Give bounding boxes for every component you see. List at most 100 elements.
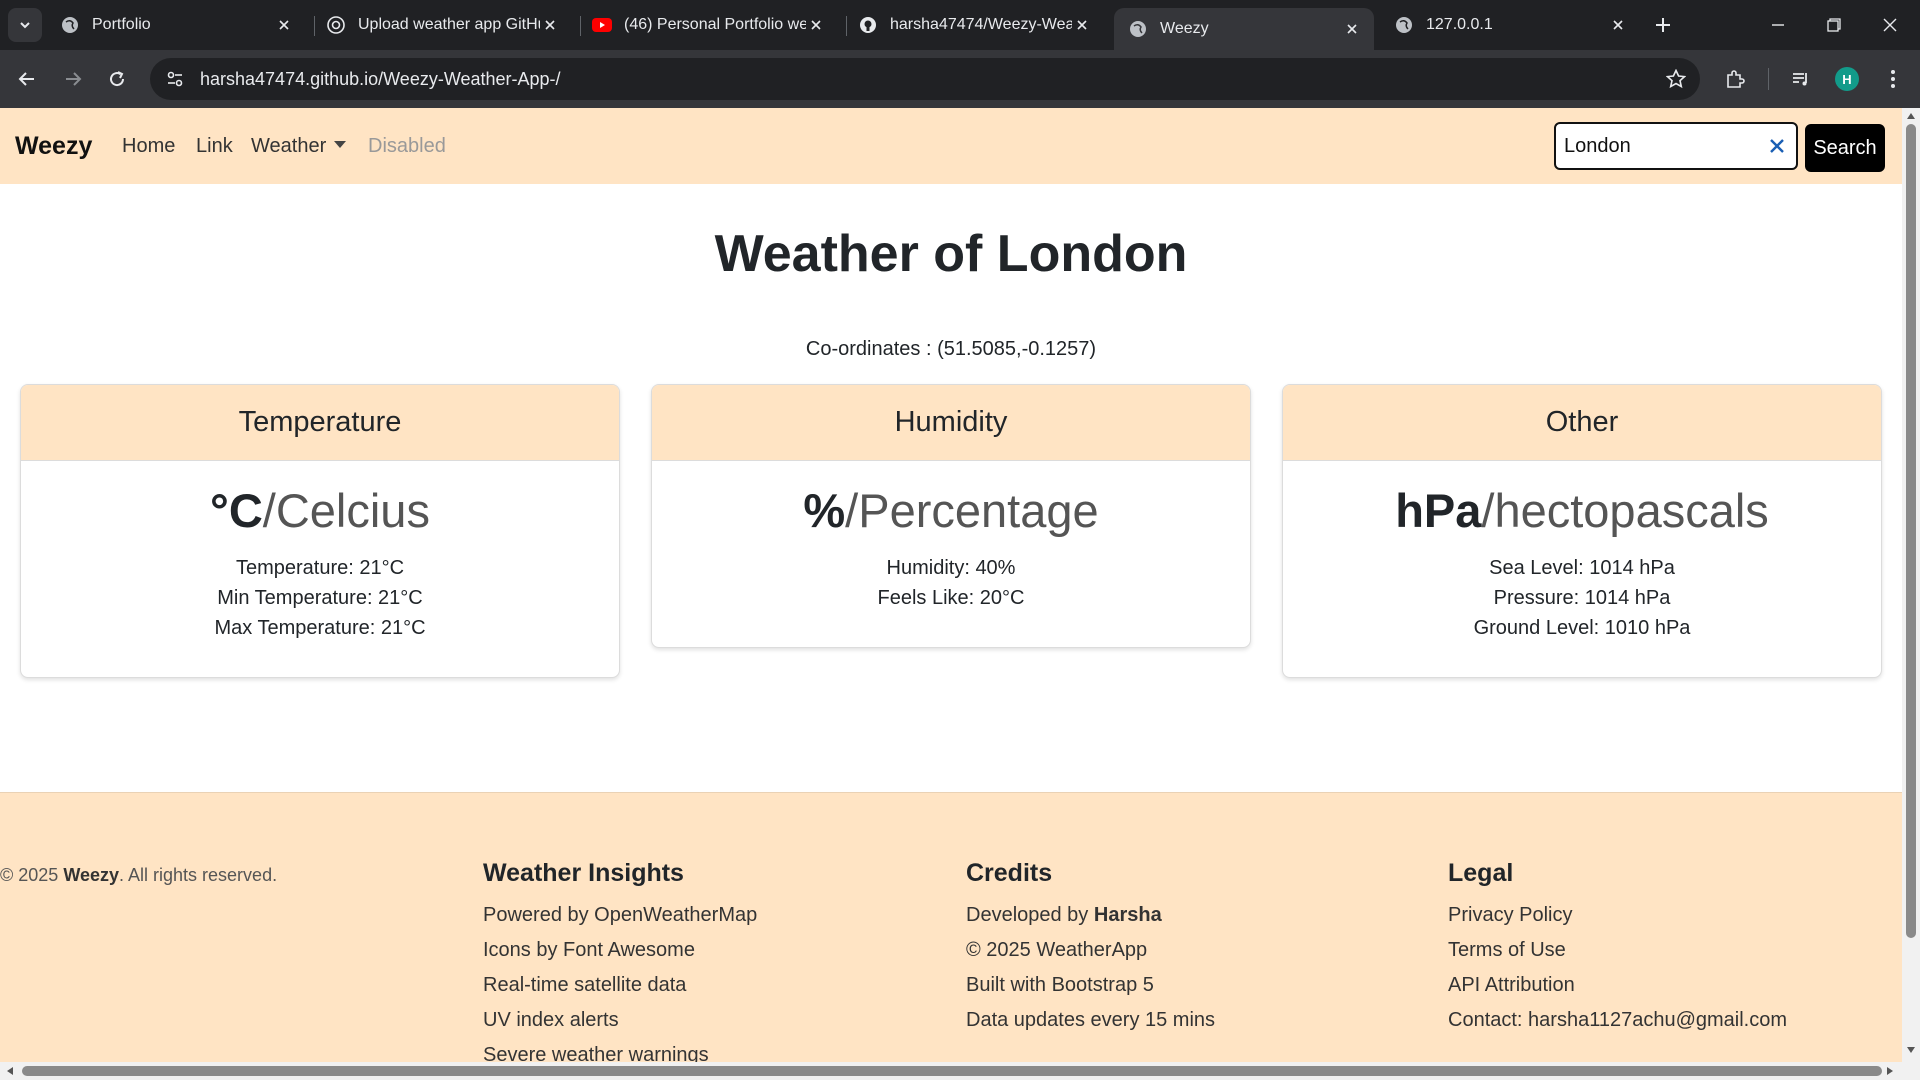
window-close-button[interactable] — [1862, 0, 1918, 50]
footer-item[interactable]: API Attribution — [1448, 968, 1868, 1003]
arrow-right-icon — [66, 72, 82, 86]
max-temperature-value: Max Temperature: 21°C — [214, 617, 426, 640]
close-icon[interactable] — [1608, 15, 1628, 35]
chrome-menu-button[interactable] — [1876, 62, 1910, 96]
footer-item[interactable]: Terms of Use — [1448, 933, 1868, 968]
nav-weather-dropdown[interactable]: Weather — [251, 135, 347, 158]
copyright-brand: Weezy — [63, 865, 120, 885]
feels-like-value: Feels Like: 20°C — [877, 587, 1025, 610]
nav-weather-label: Weather — [251, 135, 327, 157]
profile-button[interactable]: H — [1830, 62, 1864, 96]
search-button[interactable]: Search — [1805, 124, 1885, 172]
minimize-icon — [1772, 24, 1784, 26]
address-url[interactable]: harsha47474.github.io/Weezy-Weather-App-… — [200, 69, 561, 90]
scroll-up-icon[interactable] — [1904, 110, 1918, 122]
tab-weezy[interactable]: Weezy — [1114, 8, 1374, 50]
horizontal-scroll-thumb[interactable] — [22, 1066, 1882, 1076]
media-controls-button[interactable] — [1784, 62, 1818, 96]
unit-title: °C/Celcius — [31, 483, 609, 539]
footer-item: Built with Bootstrap 5 — [966, 974, 1154, 996]
footer-item[interactable]: Contact: harsha1127achu@gmail.com — [1448, 1003, 1868, 1038]
developed-by-label: Developed by — [966, 904, 1094, 926]
bookmark-star-icon[interactable] — [1664, 67, 1688, 91]
footer-legal: Legal Privacy Policy Terms of Use API At… — [1448, 859, 1868, 1038]
tab-portfolio[interactable]: Portfolio — [46, 8, 306, 42]
humidity-value: Humidity: 40% — [886, 557, 1016, 580]
unit-name: /Celcius — [262, 484, 430, 537]
footer-item[interactable]: Severe weather warnings — [483, 1038, 903, 1062]
footer-item[interactable]: Icons by Font Awesome — [483, 933, 903, 968]
scroll-left-icon[interactable] — [4, 1065, 16, 1077]
footer-credits: Credits Developed by Harsha © 2025 Weath… — [966, 859, 1386, 1038]
unit-symbol: hPa — [1395, 484, 1482, 537]
card-header: Other — [1283, 385, 1881, 461]
site-footer: © 2025 Weezy. All rights reserved. Weath… — [0, 792, 1902, 1062]
close-icon[interactable] — [1342, 19, 1362, 39]
footer-item[interactable]: Privacy Policy — [1448, 898, 1868, 933]
plus-icon — [1656, 18, 1670, 32]
scroll-down-icon[interactable] — [1904, 1044, 1918, 1056]
close-icon[interactable] — [540, 15, 560, 35]
min-temperature-value: Min Temperature: 21°C — [217, 587, 423, 610]
tab-youtube-portfolio[interactable]: (46) Personal Portfolio website — [578, 8, 838, 42]
card-body: hPa/hectopascals Sea Level: 1014 hPa Pre… — [1283, 461, 1881, 677]
close-icon[interactable] — [1072, 15, 1092, 35]
nav-disabled: Disabled — [368, 135, 446, 157]
close-icon[interactable] — [806, 15, 826, 35]
back-button[interactable] — [10, 62, 44, 96]
other-card: Other hPa/hectopascals Sea Level: 1014 h… — [1282, 384, 1882, 679]
copyright-text: © 2025 Weezy. All rights reserved. — [0, 865, 277, 886]
search-input[interactable] — [1554, 122, 1798, 170]
youtube-icon — [592, 15, 612, 35]
footer-item: © 2025 WeatherApp — [966, 939, 1148, 961]
github-icon — [858, 15, 878, 35]
close-icon[interactable] — [274, 15, 294, 35]
more-vertical-icon — [1891, 70, 1895, 88]
tab-search-button[interactable] — [8, 8, 42, 42]
reload-button[interactable] — [100, 62, 134, 96]
brand-logo[interactable]: Weezy — [15, 132, 92, 161]
tab-github-repo[interactable]: harsha47474/Weezy-Weather — [844, 8, 1104, 42]
footer-item: Data updates every 15 mins — [966, 1009, 1216, 1031]
tab-title: 127.0.0.1 — [1426, 16, 1493, 33]
tab-title: harsha47474/Weezy-Weather — [890, 16, 1072, 33]
tab-localhost[interactable]: 127.0.0.1 — [1380, 8, 1640, 42]
minimize-button[interactable] — [1750, 0, 1806, 50]
tab-upload-weather[interactable]: Upload weather app GitHub — [312, 8, 572, 42]
sea-level-value: Sea Level: 1014 hPa — [1489, 557, 1675, 580]
footer-heading: Weather Insights — [483, 859, 684, 887]
page-title: Weather of London — [714, 225, 1188, 283]
nav-link[interactable]: Link — [196, 135, 233, 158]
footer-item[interactable]: Powered by OpenWeatherMap — [483, 898, 903, 933]
card-header: Humidity — [652, 385, 1250, 461]
page-viewport: Weezy Home Link Weather Disabled Search … — [0, 108, 1902, 1062]
address-bar[interactable]: harsha47474.github.io/Weezy-Weather-App-… — [150, 58, 1700, 100]
unit-symbol: % — [803, 484, 846, 537]
footer-item: Developed by Harsha — [966, 898, 1386, 933]
chatgpt-icon — [326, 15, 346, 35]
restore-button[interactable] — [1806, 0, 1862, 50]
ground-level-value: Ground Level: 1010 hPa — [1473, 617, 1691, 640]
globe-icon — [60, 15, 80, 35]
site-info-icon[interactable] — [154, 58, 196, 100]
globe-icon — [1394, 15, 1414, 35]
clear-search-icon[interactable] — [1766, 135, 1788, 157]
footer-item[interactable]: UV index alerts — [483, 1003, 903, 1038]
pressure-value: Pressure: 1014 hPa — [1493, 587, 1671, 610]
footer-item[interactable]: Real-time satellite data — [483, 968, 903, 1003]
tab-title: Upload weather app GitHub — [358, 16, 540, 33]
close-icon — [1883, 18, 1897, 32]
vertical-scroll-thumb[interactable] — [1906, 124, 1916, 938]
tab-title: Portfolio — [92, 16, 151, 33]
extensions-button[interactable] — [1718, 62, 1752, 96]
scroll-right-icon[interactable] — [1884, 1065, 1896, 1077]
footer-weather-insights: Weather Insights Powered by OpenWeatherM… — [483, 859, 903, 1062]
browser-toolbar: harsha47474.github.io/Weezy-Weather-App-… — [0, 50, 1920, 108]
temperature-value: Temperature: 21°C — [235, 557, 405, 580]
unit-name: /hectopascals — [1481, 484, 1769, 537]
forward-button[interactable] — [56, 62, 90, 96]
nav-home[interactable]: Home — [122, 135, 175, 158]
new-tab-button[interactable] — [1650, 12, 1676, 38]
unit-title: %/Percentage — [662, 483, 1240, 539]
card-body: %/Percentage Humidity: 40% Feels Like: 2… — [652, 461, 1250, 647]
